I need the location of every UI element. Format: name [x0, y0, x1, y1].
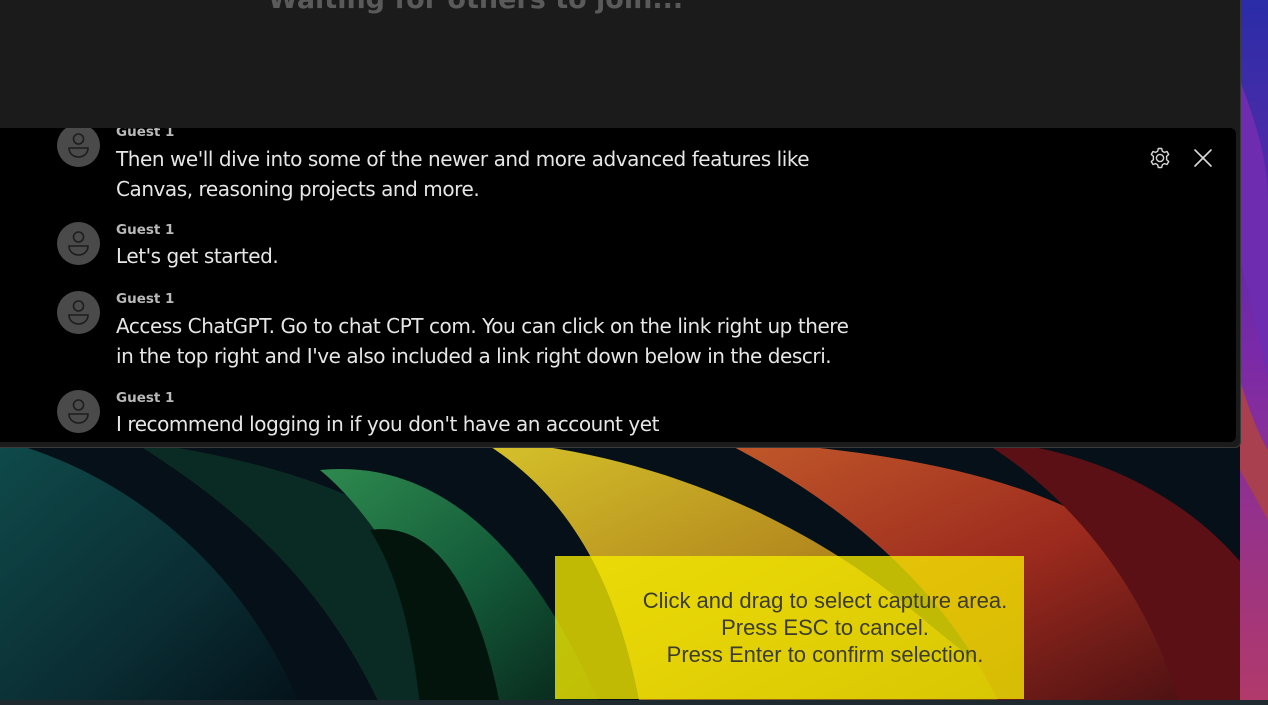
- person-icon: [68, 300, 89, 325]
- capture-instruction-line: Press ESC to cancel.: [721, 615, 929, 640]
- avatar: [57, 390, 100, 433]
- taskbar-edge: [0, 700, 1268, 705]
- caption-text: Access ChatGPT. Go to chat CPT com. You …: [116, 314, 849, 368]
- avatar: [57, 128, 100, 167]
- live-captions-panel: Guest 1 Then we'll dive into some of the…: [0, 128, 1236, 442]
- capture-instruction-line: Press Enter to confirm selection.: [666, 642, 984, 667]
- person-icon: [68, 133, 89, 158]
- caption-text: Let's get started.: [116, 244, 279, 268]
- caption-settings-button[interactable]: [1146, 144, 1174, 172]
- meeting-window: Waiting for others to join... Guest 1 Th…: [0, 0, 1241, 448]
- speaker-name: Guest 1: [116, 291, 175, 307]
- person-icon: [68, 231, 89, 256]
- capture-area-overlay[interactable]: Click and drag to select capture area. P…: [555, 556, 1024, 699]
- person-icon: [68, 399, 89, 424]
- avatar: [57, 291, 100, 334]
- speaker-name: Guest 1: [116, 390, 175, 406]
- caption-text: Then we'll dive into some of the newer a…: [116, 147, 810, 201]
- gear-icon: [1150, 147, 1170, 169]
- capture-instruction-line: Click and drag to select capture area.: [642, 588, 1008, 613]
- speaker-name: Guest 1: [116, 222, 175, 238]
- caption-text: I recommend logging in if you don't have…: [116, 412, 659, 436]
- waiting-status-text: Waiting for others to join...: [268, 0, 683, 15]
- caption-close-button[interactable]: [1189, 144, 1217, 172]
- speaker-name: Guest 1: [116, 128, 175, 140]
- avatar: [57, 222, 100, 265]
- close-icon: [1194, 149, 1212, 167]
- capture-instructions: Click and drag to select capture area. P…: [555, 587, 1095, 668]
- desktop: Waiting for others to join... Guest 1 Th…: [0, 0, 1268, 705]
